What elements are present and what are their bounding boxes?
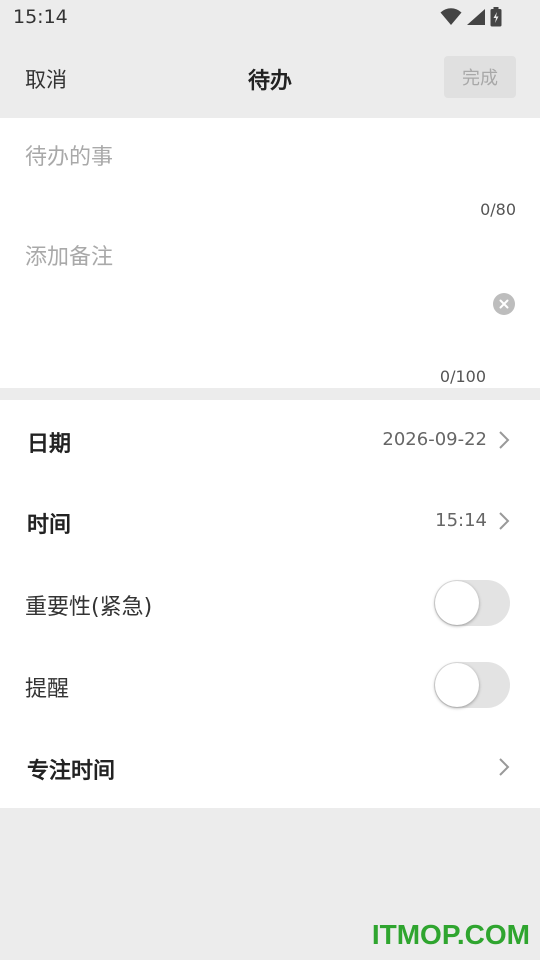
status-bar: 15:14	[0, 0, 540, 36]
watermark-logo: ITMOP.COM	[371, 919, 530, 950]
todo-char-count: 0/80	[480, 200, 516, 219]
todo-form-card: 0/80 0/100	[0, 118, 540, 388]
date-label: 日期	[27, 432, 72, 457]
note-char-count: 0/100	[439, 367, 486, 386]
importance-row: 重要性(紧急)	[0, 563, 540, 645]
time-value: 15:14	[435, 510, 487, 531]
focus-time-label: 专注时间	[27, 759, 116, 784]
section-divider	[0, 388, 540, 400]
chevron-right-icon	[498, 511, 510, 531]
importance-label: 重要性(紧急)	[25, 595, 153, 620]
cellular-signal-icon	[466, 8, 486, 26]
reminder-toggle[interactable]	[434, 662, 510, 708]
todo-title-input[interactable]	[25, 140, 505, 174]
date-value: 2026-09-22	[382, 429, 487, 450]
time-row[interactable]: 时间 15:14	[0, 481, 540, 563]
clear-icon[interactable]	[493, 293, 515, 315]
toggle-knob	[435, 663, 479, 707]
time-label: 时间	[27, 513, 72, 538]
importance-toggle[interactable]	[434, 580, 510, 626]
chevron-right-icon	[498, 430, 510, 450]
top-app-bar: 取消 待办 完成	[0, 36, 540, 118]
focus-time-row[interactable]: 专注时间	[0, 727, 540, 809]
date-row[interactable]: 日期 2026-09-22	[0, 400, 540, 482]
status-time: 15:14	[13, 6, 68, 28]
note-input[interactable]	[25, 239, 485, 359]
reminder-label: 提醒	[25, 677, 70, 702]
wifi-icon	[440, 8, 462, 26]
chevron-right-icon	[498, 757, 510, 777]
battery-charging-icon	[490, 7, 502, 27]
status-icons	[440, 6, 502, 28]
toggle-knob	[435, 581, 479, 625]
done-button[interactable]: 完成	[444, 56, 516, 98]
settings-list: 日期 2026-09-22 时间 15:14 重要性(紧急) 提醒 专注时间	[0, 400, 540, 808]
reminder-row: 提醒	[0, 645, 540, 727]
